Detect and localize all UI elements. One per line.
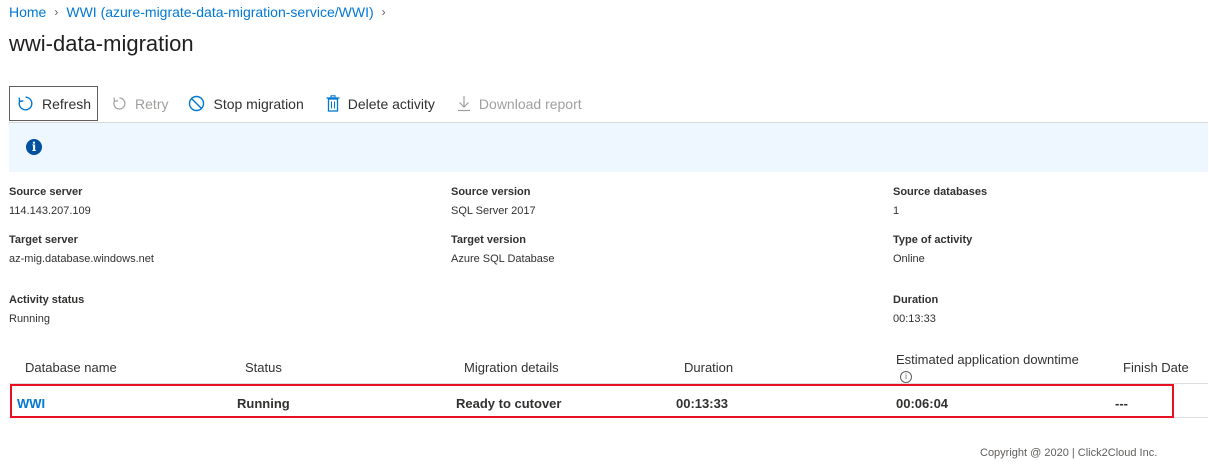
- target-version-value: Azure SQL Database: [451, 253, 555, 265]
- duration-value: 00:13:33: [893, 313, 936, 325]
- retry-label: Retry: [135, 95, 169, 112]
- duration-label: Duration: [893, 294, 939, 306]
- target-version-label: Target version: [451, 234, 526, 246]
- info-icon: i: [26, 139, 42, 155]
- footer-copyright: Copyright @ 2020 | Click2Cloud Inc.: [980, 447, 1158, 459]
- type-of-activity-label: Type of activity: [893, 234, 973, 246]
- chevron-right-icon: ›: [381, 5, 386, 19]
- downtime-info-icon[interactable]: i: [900, 371, 912, 383]
- source-version-value: SQL Server 2017: [451, 205, 536, 217]
- column-header-status[interactable]: Status: [245, 360, 282, 375]
- breadcrumb-home[interactable]: Home: [9, 4, 46, 20]
- target-server-value: az-mig.database.windows.net: [9, 253, 154, 265]
- stop-migration-button[interactable]: Stop migration: [182, 87, 304, 120]
- download-report-button[interactable]: Download report: [451, 87, 582, 120]
- source-server-label: Source server: [9, 186, 83, 198]
- delete-activity-button[interactable]: Delete activity: [320, 87, 435, 120]
- delete-activity-label: Delete activity: [347, 95, 435, 112]
- column-header-finish-date[interactable]: Finish Date: [1123, 360, 1189, 375]
- highlight-box: [10, 384, 1174, 418]
- chevron-right-icon: ›: [54, 5, 59, 19]
- stop-migration-label: Stop migration: [213, 95, 304, 112]
- refresh-icon: [18, 96, 33, 111]
- target-server-label: Target server: [9, 234, 78, 246]
- retry-button[interactable]: Retry: [106, 87, 168, 120]
- type-of-activity-value: Online: [893, 253, 925, 265]
- info-banner: [9, 122, 1208, 172]
- column-header-duration[interactable]: Duration: [684, 360, 733, 375]
- source-version-label: Source version: [451, 186, 531, 198]
- download-icon: [457, 96, 470, 112]
- breadcrumb-service[interactable]: WWI (azure-migrate-data-migration-servic…: [66, 4, 373, 20]
- page-title: wwi-data-migration: [9, 31, 194, 56]
- stop-icon: [189, 95, 205, 112]
- command-bar: Refresh Retry Stop migration Delete acti…: [9, 86, 582, 121]
- refresh-label: Refresh: [42, 95, 92, 112]
- activity-status-value: Running: [9, 313, 50, 325]
- download-report-label: Download report: [478, 95, 582, 112]
- column-header-database-name[interactable]: Database name: [25, 360, 117, 375]
- column-header-estimated-downtime[interactable]: Estimated application downtime: [896, 352, 1079, 367]
- trash-icon: [326, 95, 340, 112]
- retry-icon: [113, 97, 126, 110]
- breadcrumb: Home › WWI (azure-migrate-data-migration…: [9, 4, 394, 20]
- refresh-button[interactable]: Refresh: [9, 86, 99, 121]
- column-header-migration-details[interactable]: Migration details: [464, 360, 559, 375]
- activity-status-label: Activity status: [9, 294, 85, 306]
- source-server-value: 114.143.207.109: [9, 205, 91, 217]
- source-databases-value: 1: [893, 205, 900, 217]
- source-databases-label: Source databases: [893, 186, 988, 198]
